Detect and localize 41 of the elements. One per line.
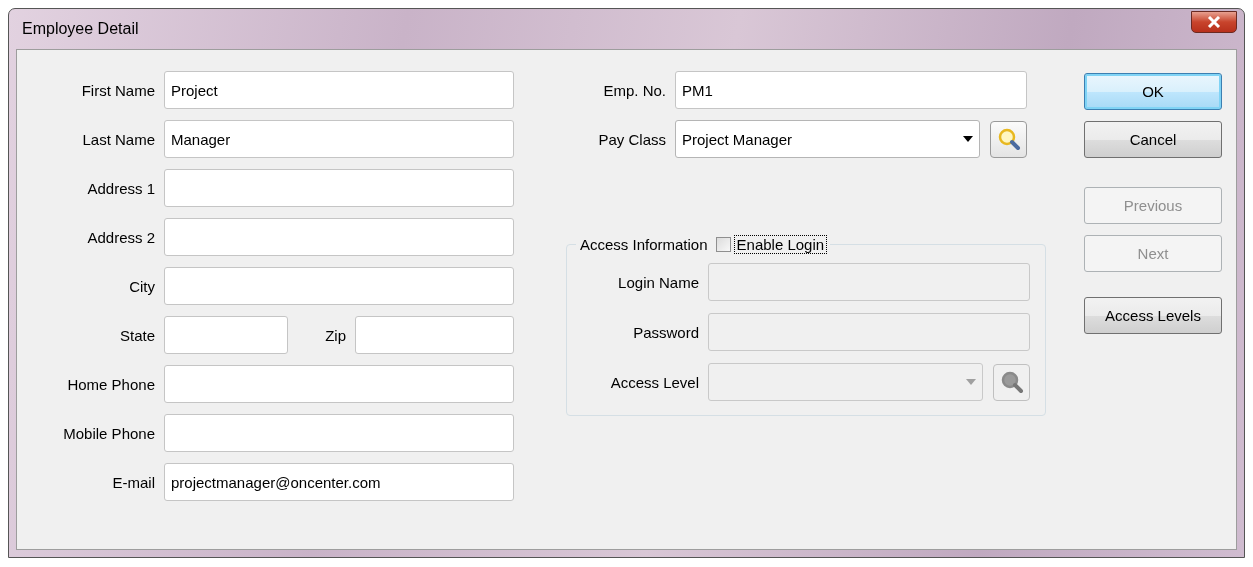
field-label: First Name — [80, 81, 156, 99]
input-field[interactable]: Manager — [164, 120, 514, 158]
dialog-button[interactable]: Access Levels — [1084, 297, 1222, 334]
magnifier-icon — [996, 127, 1021, 151]
magnifier-icon — [999, 370, 1024, 394]
field-label: State — [118, 326, 156, 344]
field-label: Zip — [324, 326, 347, 344]
input-field[interactable]: Project — [164, 71, 514, 109]
input-field[interactable] — [164, 267, 514, 305]
field-label: Address 1 — [86, 179, 156, 197]
dropdown[interactable]: Project Manager — [675, 120, 980, 158]
close-button[interactable] — [1191, 11, 1237, 33]
close-icon — [1207, 16, 1221, 28]
window-title: Employee Detail — [22, 20, 139, 38]
field-label: Pay Class — [597, 130, 667, 148]
caret-icon — [963, 136, 973, 142]
input-field[interactable] — [355, 316, 514, 354]
dialog-button[interactable]: OK — [1084, 73, 1222, 110]
input-field[interactable] — [164, 316, 288, 354]
input-field[interactable] — [164, 365, 514, 403]
field-label: Address 2 — [86, 228, 156, 246]
caret-icon — [966, 379, 976, 385]
group-title: Access Information — [580, 236, 708, 253]
field-label: Access Level — [609, 373, 700, 391]
field-label: Emp. No. — [602, 81, 667, 99]
field-label: City — [128, 277, 156, 295]
field-label: Home Phone — [66, 375, 156, 393]
field-label: Login Name — [617, 273, 700, 291]
field-label: E-mail — [111, 473, 156, 491]
checkbox-label[interactable]: Enable Login — [734, 236, 827, 253]
field-label: Last Name — [81, 130, 156, 148]
input-field[interactable] — [164, 218, 514, 256]
field-label: Password — [632, 323, 700, 341]
input-field[interactable] — [164, 169, 514, 207]
input-field[interactable] — [164, 414, 514, 452]
lookup-button[interactable] — [990, 120, 1027, 158]
dialog-button[interactable]: Cancel — [1084, 121, 1222, 158]
checkbox[interactable] — [715, 237, 731, 252]
input-field[interactable]: PM1 — [675, 71, 1027, 109]
input-field[interactable]: projectmanager@oncenter.com — [164, 463, 514, 501]
field-label: Mobile Phone — [62, 424, 156, 442]
